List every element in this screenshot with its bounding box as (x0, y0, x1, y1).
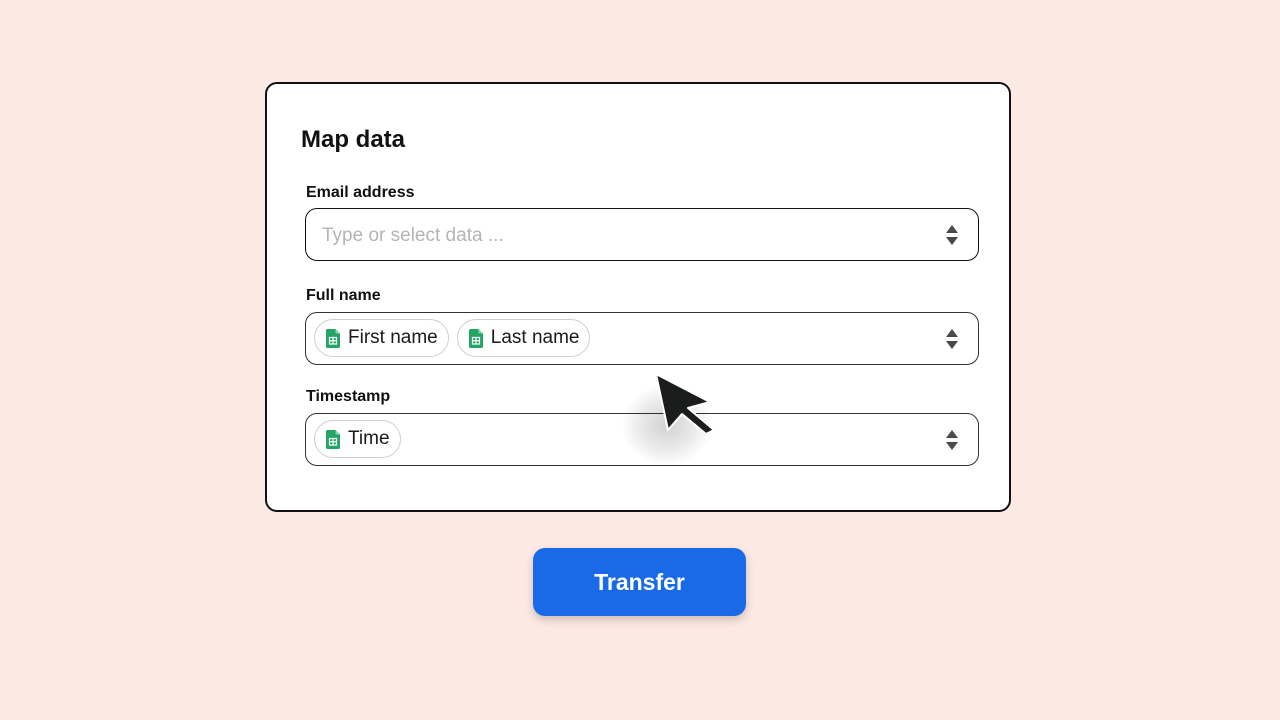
pill-label: Time (348, 428, 390, 449)
pill-first-name[interactable]: First name (314, 319, 449, 357)
google-sheets-icon (326, 429, 340, 449)
email-address-input[interactable] (320, 209, 924, 262)
full-name-field[interactable]: First name Last name (305, 312, 979, 365)
pill-label: Last name (490, 327, 580, 348)
timestamp-field[interactable]: Time (305, 413, 979, 466)
full-name-label: Full name (306, 287, 381, 304)
timestamp-pills: Time (314, 420, 401, 458)
pill-label: First name (348, 327, 438, 348)
pill-time[interactable]: Time (314, 420, 401, 458)
google-sheets-icon (326, 328, 340, 348)
card-title: Map data (301, 126, 406, 153)
email-address-field[interactable] (305, 208, 979, 262)
dropdown-stepper-icon[interactable] (945, 428, 959, 452)
google-sheets-icon (468, 328, 483, 348)
timestamp-label: Timestamp (306, 388, 391, 405)
dropdown-stepper-icon[interactable] (945, 327, 959, 351)
dropdown-stepper-icon[interactable] (945, 223, 959, 247)
transfer-button[interactable]: Transfer (533, 548, 746, 616)
full-name-pills: First name Last name (314, 319, 591, 357)
map-data-card: Map data Email address Full name First n… (265, 82, 1011, 512)
pill-last-name[interactable]: Last name (456, 319, 591, 357)
email-address-label: Email address (306, 184, 415, 201)
